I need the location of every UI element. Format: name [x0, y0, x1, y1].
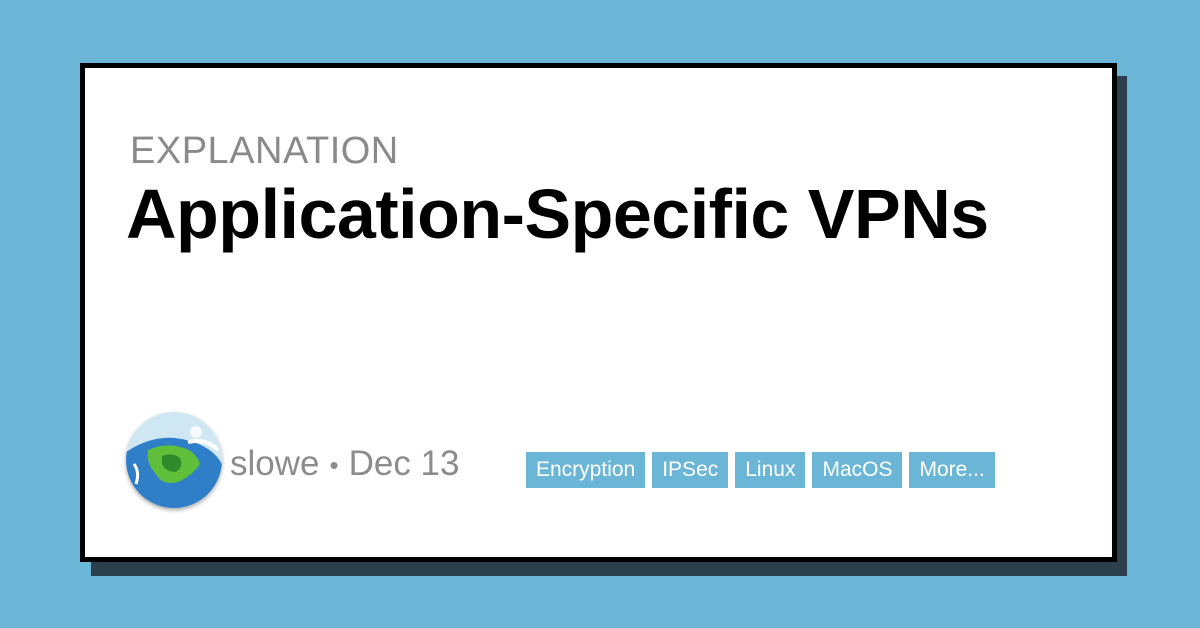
post-title[interactable]: Application-Specific VPNs [126, 174, 989, 254]
tag-linux[interactable]: Linux [735, 452, 806, 488]
tag-encryption[interactable]: Encryption [526, 452, 646, 488]
globe-avatar-icon [126, 412, 222, 508]
author-name[interactable]: slowe [230, 444, 319, 483]
meta-separator: • [329, 450, 339, 481]
tag-list: Encryption IPSec Linux MacOS More... [526, 452, 995, 488]
tag-ipsec[interactable]: IPSec [652, 452, 729, 488]
tag-more[interactable]: More... [909, 452, 995, 488]
post-card[interactable]: EXPLANATION Application-Specific VPNs sl… [80, 63, 1117, 562]
post-footer: slowe • Dec 13 Encryption IPSec Linux MacO… [126, 412, 1086, 508]
author-avatar[interactable] [126, 412, 222, 508]
post-category: EXPLANATION [130, 130, 399, 172]
post-meta: slowe • Dec 13 [230, 444, 460, 484]
tag-macos[interactable]: MacOS [812, 452, 903, 488]
post-date: Dec 13 [348, 444, 460, 483]
